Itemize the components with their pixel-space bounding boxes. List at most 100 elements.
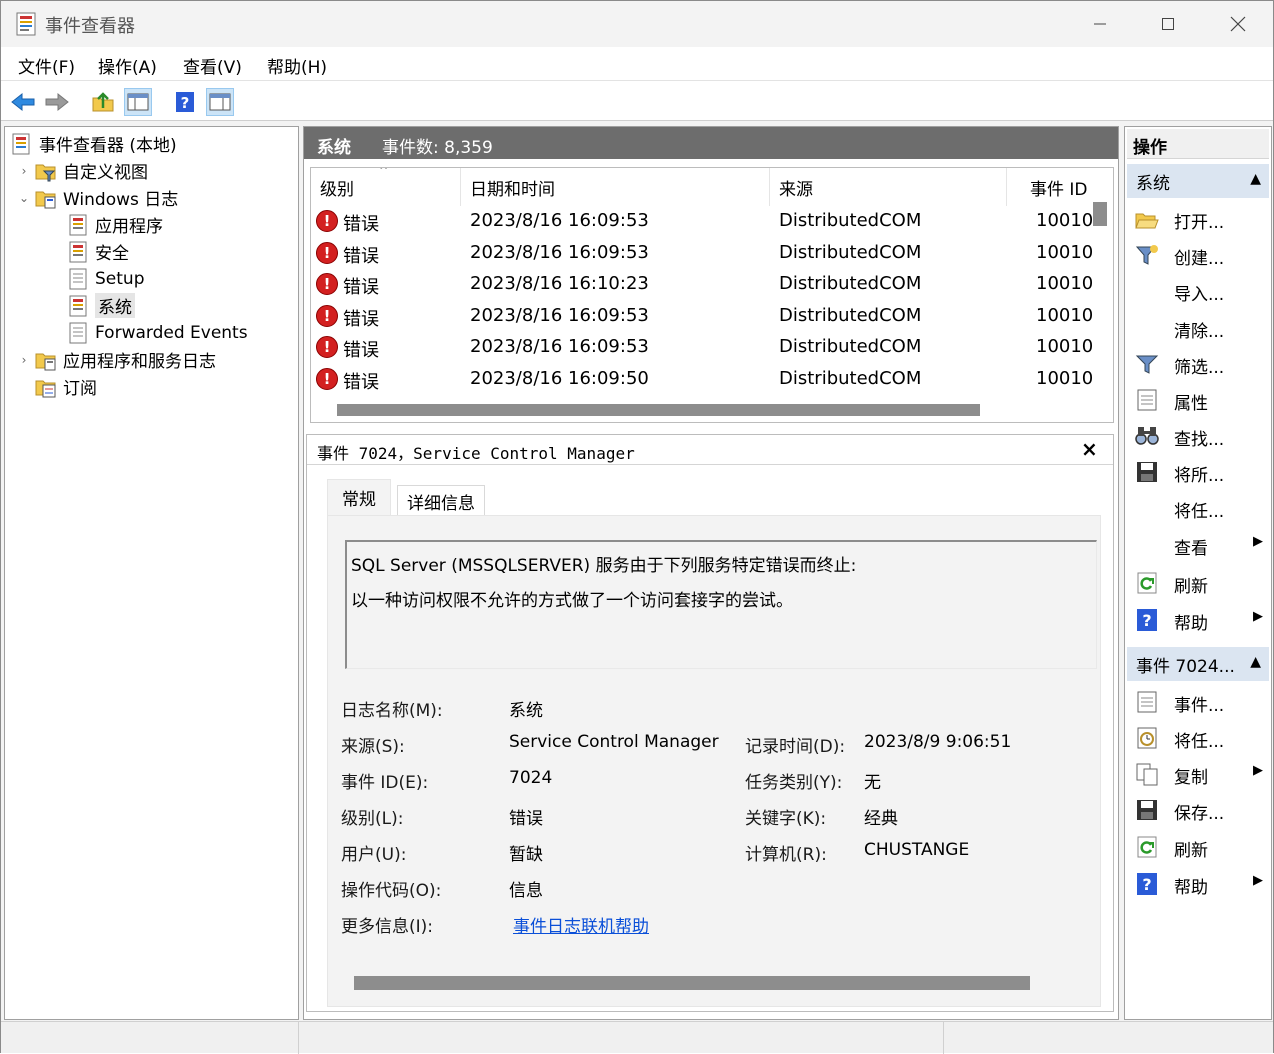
tree-item-label: 应用程序 [95,217,163,237]
maximize-button[interactable] [1133,1,1203,47]
cell-source: DistributedCOM [779,210,922,231]
action-label: 刷新 [1174,577,1208,597]
error-icon: ! [316,241,338,264]
tab-label: 常规 [342,490,376,510]
tree-item-system[interactable]: 系统 [67,292,135,319]
cell-datetime: 2023/8/16 16:09:53 [470,336,649,357]
online-help-link[interactable]: 事件日志联机帮助 [513,912,649,937]
action-save[interactable]: 保存... [1127,792,1269,828]
vertical-scrollbar-thumb[interactable] [1093,202,1107,226]
tree-item-forwarded-events[interactable]: Forwarded Events [67,319,248,346]
action-label: 属性 [1174,394,1208,414]
tree-item-windows-logs[interactable]: ⌄ Windows 日志 [17,184,178,211]
status-bar [1,1021,1273,1054]
show-hide-action-pane-icon[interactable] [206,88,234,116]
cell-level: 错误 [343,214,379,235]
source-value: Service Control Manager [509,732,719,752]
action-label: 创建... [1174,249,1225,269]
action-create[interactable]: 创建... [1127,237,1269,273]
column-header-source[interactable]: 来源 [770,168,1007,206]
tree-item-custom-views[interactable]: › 自定义视图 [17,157,148,184]
table-row[interactable]: ! 错误 2023/8/16 16:09:53 DistributedCOM 1… [311,238,1094,270]
action-attach-task-event[interactable]: 将任... [1127,720,1269,756]
section-system[interactable]: 系统 ▲ [1127,164,1269,198]
action-attach-task[interactable]: 将任... [1127,490,1269,526]
up-folder-icon[interactable] [89,88,117,116]
plain-log-icon [67,268,89,290]
cell-event-id: 10010 [1036,241,1094,263]
action-label: 将所... [1174,466,1225,486]
cell-level: 错误 [343,308,379,330]
chevron-right-icon[interactable]: › [17,164,31,178]
column-header-datetime[interactable]: 日期和时间 [461,168,770,206]
action-properties[interactable]: 属性 [1127,382,1269,418]
forward-icon[interactable] [43,88,71,116]
help-icon[interactable]: ? [171,88,199,116]
menu-view[interactable]: 查看(V) [183,53,242,78]
menu-bar: 文件(F) 操作(A) 查看(V) 帮助(H) [1,47,1273,81]
tab-general[interactable]: 常规 [327,479,391,515]
center-panel: 系统 事件数: 8,359 级别 ^ 日期和时间 来源 事件 ID ! 错误 2… [303,126,1119,1020]
horizontal-scrollbar-thumb[interactable] [354,976,1030,990]
table-row[interactable]: ! 错误 2023/8/16 16:10:23 DistributedCOM 1… [311,269,1093,301]
properties-icon [1135,388,1159,412]
keywords-value: 经典 [864,809,898,829]
tree-item-application[interactable]: 应用程序 [67,211,163,238]
event-list: 级别 ^ 日期和时间 来源 事件 ID ! 错误 2023/8/16 16:09… [310,167,1114,423]
user-value: 暂缺 [509,845,543,865]
cell-event-id: 10010 [1036,336,1094,357]
action-view[interactable]: 查看 ▶ [1127,527,1269,563]
action-label: 导入... [1174,285,1225,305]
action-label: 打开... [1174,213,1225,233]
tree-item-subscriptions[interactable]: 订阅 [35,373,97,400]
action-filter[interactable]: 筛选... [1127,346,1269,382]
action-open[interactable]: 打开... [1127,201,1269,237]
tree-item-app-service-logs[interactable]: › 应用程序和服务日志 [17,346,216,373]
action-find[interactable]: 查找... [1127,418,1269,454]
action-clear[interactable]: 清除... [1127,310,1269,346]
menu-help[interactable]: 帮助(H) [267,53,327,78]
cell-source: DistributedCOM [779,336,922,357]
table-row[interactable]: ! 错误 2023/8/16 16:09:50 DistributedCOM 1… [311,364,1093,396]
level-label: 级别(L): [341,809,404,829]
minimize-button[interactable] [1065,1,1135,47]
close-detail-icon[interactable]: × [1081,437,1098,461]
table-row[interactable]: ! 错误 2023/8/16 16:09:53 DistributedCOM 1… [311,301,1093,333]
logged-label: 记录时间(D): [745,737,846,757]
event-message-box[interactable]: SQL Server (MSSQLSERVER) 服务由于下列服务特定错误而终止… [345,540,1097,669]
table-row[interactable]: ! 错误 2023/8/16 16:09:53 DistributedCOM 1… [311,332,1094,364]
close-window-button[interactable] [1203,1,1273,47]
action-import[interactable]: 导入... [1127,273,1269,309]
column-label: 日期和时间 [470,179,555,200]
action-refresh-event[interactable]: 刷新 [1127,829,1269,865]
cell-event-id: 10010 [1036,210,1094,231]
tree-item-root[interactable]: 事件查看器 (本地) [11,130,177,157]
chevron-right-icon[interactable]: › [17,353,31,367]
save-icon [1135,798,1159,822]
action-save-all[interactable]: 将所... [1127,454,1269,490]
action-help-event[interactable]: ? 帮助 ▶ [1127,866,1269,902]
show-hide-tree-icon[interactable] [124,88,152,116]
menu-file[interactable]: 文件(F) [18,53,75,78]
table-row[interactable]: ! 错误 2023/8/16 16:09:53 DistributedCOM 1… [311,206,1094,238]
horizontal-scrollbar-thumb[interactable] [337,404,980,416]
log-name-value: 系统 [509,701,543,721]
tree-item-setup[interactable]: Setup [67,265,144,292]
column-header-event-id[interactable]: 事件 ID [1007,168,1091,206]
action-event-properties[interactable]: 事件... [1127,684,1269,720]
action-copy[interactable]: 复制 ▶ [1127,756,1269,792]
tree-item-label: 应用程序和服务日志 [63,352,216,372]
column-header-level[interactable]: 级别 ^ [311,168,461,206]
back-icon[interactable] [9,88,37,116]
section-event[interactable]: 事件 7024... ▲ [1127,647,1269,681]
action-help[interactable]: ? 帮助 ▶ [1127,602,1269,638]
error-icon: ! [316,336,338,358]
menu-action[interactable]: 操作(A) [98,53,157,78]
action-refresh[interactable]: 刷新 [1127,565,1269,601]
opcode-label: 操作代码(O): [341,881,442,901]
tree-item-security[interactable]: 安全 [67,238,129,265]
chevron-down-icon[interactable]: ⌄ [17,191,31,205]
event-viewer-app-icon [16,12,38,36]
more-info-label: 更多信息(I): [341,917,434,937]
tab-details[interactable]: 详细信息 [397,485,485,517]
